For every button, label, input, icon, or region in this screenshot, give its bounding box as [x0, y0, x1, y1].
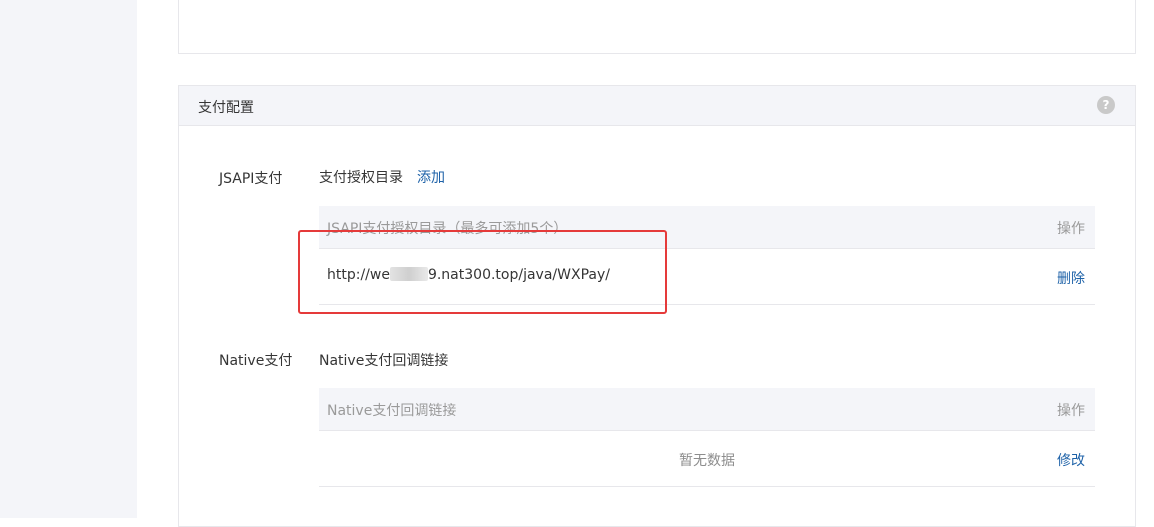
table-header: Native支付回调链接 操作: [319, 388, 1095, 431]
jsapi-auth-dir-label: 支付授权目录: [319, 170, 403, 186]
table-row: http://we 9.nat300.top/java/WXPay/ 删除: [319, 249, 1095, 305]
table-header-callback: Native支付回调链接: [327, 403, 457, 419]
auth-dir-url: http://we 9.nat300.top/java/WXPay/: [327, 267, 610, 283]
panel-header: 支付配置 ?: [179, 86, 1135, 126]
jsapi-payment-label: JSAPI支付: [219, 171, 283, 187]
previous-section-panel: [178, 0, 1136, 54]
add-auth-dir-link[interactable]: 添加: [417, 167, 445, 187]
panel-title: 支付配置: [198, 100, 254, 116]
auth-dir-url-suffix: 9.nat300.top/java/WXPay/: [427, 267, 610, 283]
table-header-directory: JSAPI支付授权目录（最多可添加5个）: [327, 221, 568, 237]
native-callback-table: Native支付回调链接 操作 暂无数据 修改: [319, 388, 1095, 487]
auth-dir-url-prefix: http://we: [327, 267, 390, 283]
delete-link[interactable]: 删除: [1057, 268, 1085, 288]
help-question-icon[interactable]: ?: [1097, 96, 1115, 114]
empty-data-text: 暂无数据: [679, 453, 735, 469]
left-sidebar: [0, 0, 137, 518]
table-header: JSAPI支付授权目录（最多可添加5个） 操作: [319, 206, 1095, 249]
table-header-action: 操作: [1057, 221, 1085, 237]
payment-config-panel: 支付配置 ? JSAPI支付 支付授权目录 添加 JSAPI支付授权目录（最多可…: [178, 85, 1136, 527]
redacted-blur: [389, 267, 428, 281]
modify-link[interactable]: 修改: [1057, 450, 1085, 470]
native-callback-label: Native支付回调链接: [319, 353, 449, 369]
table-row: 暂无数据 修改: [319, 431, 1095, 487]
native-payment-label: Native支付: [219, 353, 293, 369]
jsapi-auth-dir-table: JSAPI支付授权目录（最多可添加5个） 操作 http://we 9.nat30…: [319, 206, 1095, 305]
table-header-action: 操作: [1057, 403, 1085, 419]
